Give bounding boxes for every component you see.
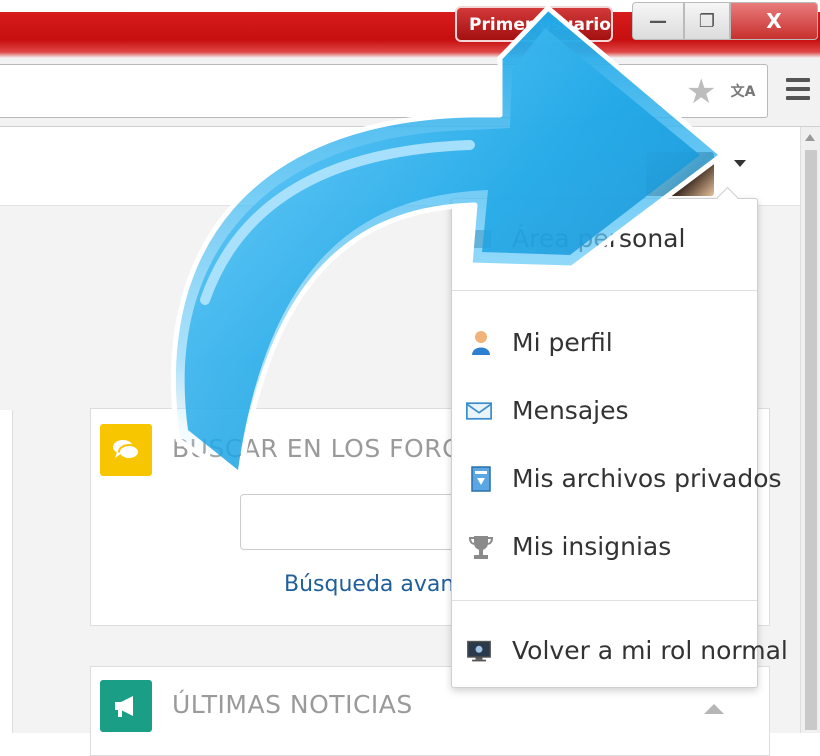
collapse-icon[interactable] [704, 704, 724, 714]
menu-item-return-normal-role[interactable]: Volver a mi rol normal [512, 636, 788, 666]
menu-icon[interactable] [786, 78, 810, 102]
menu-item-personal-area[interactable]: Área personal [512, 224, 685, 254]
minimize-button[interactable]: — [632, 2, 684, 40]
caret-down-icon[interactable] [734, 160, 746, 167]
left-column [0, 410, 13, 733]
menu-item-badges[interactable]: Mis insignias [512, 532, 671, 562]
scrollbar-thumb[interactable] [805, 150, 817, 730]
menu-divider [452, 290, 757, 291]
user-icon [468, 330, 494, 356]
menu-item-my-profile[interactable]: Mi perfil [512, 328, 613, 358]
envelope-icon [466, 398, 492, 424]
scroll-up-arrow-icon[interactable] [805, 134, 815, 141]
user-dropdown-menu [451, 198, 758, 688]
monitor-icon [466, 638, 492, 664]
trophy-icon [468, 534, 494, 560]
latest-news-title: ÚLTIMAS NOTICIAS [172, 690, 413, 719]
close-button[interactable]: X [730, 2, 818, 40]
translate-icon[interactable]: 文A [728, 78, 758, 106]
restore-button[interactable]: ❐ [684, 2, 730, 40]
search-forums-title: BUSCAR EN LOS FOROS [172, 434, 479, 463]
chat-bubbles-icon [100, 424, 152, 476]
menu-item-messages[interactable]: Mensajes [512, 396, 629, 426]
menu-divider [452, 600, 757, 601]
window-controls: — ❐ X [632, 2, 820, 42]
file-icon [468, 466, 494, 492]
browser-profile-button[interactable]: Primer usuario [455, 6, 613, 42]
star-icon[interactable]: ★ [686, 72, 716, 112]
megaphone-icon [100, 680, 152, 732]
user-avatar[interactable] [646, 152, 714, 196]
dashboard-icon [468, 226, 494, 252]
menu-item-private-files[interactable]: Mis archivos privados [512, 464, 782, 494]
address-bar[interactable] [0, 64, 768, 118]
